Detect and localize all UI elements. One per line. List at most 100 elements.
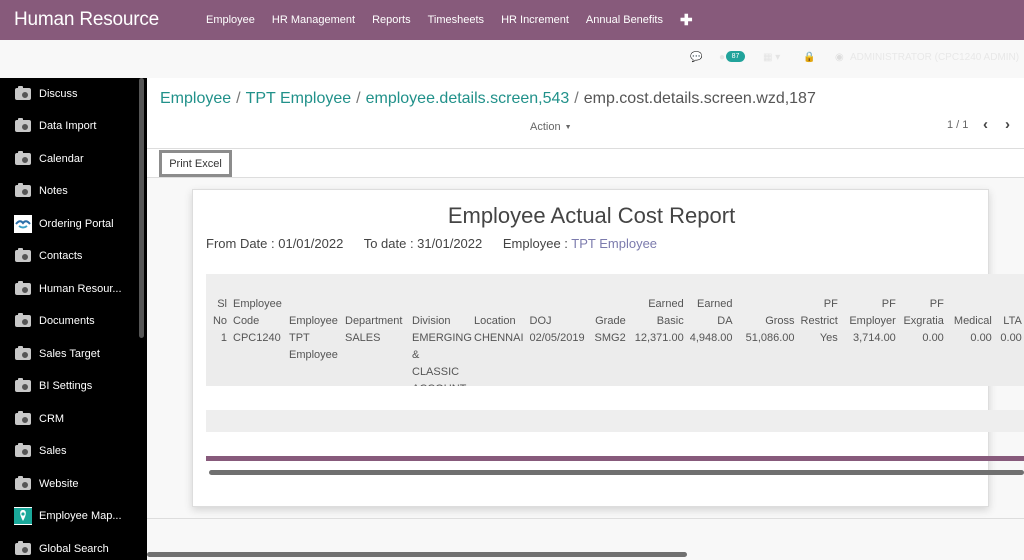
sidebar-item-label: Website xyxy=(39,478,79,490)
table-row[interactable]: 1 CPC1240 TPT Employee SALES EMERGING & CLAS… xyxy=(206,330,1024,386)
sidebar-item-label: Contacts xyxy=(39,250,83,262)
building-icon[interactable]: ▦ ▾ xyxy=(763,52,780,63)
pager-value[interactable]: 1 / 1 xyxy=(947,119,968,131)
column-header: Location xyxy=(474,315,516,327)
map-pin-icon xyxy=(14,507,32,525)
table-cell: 1 xyxy=(220,332,227,344)
main-content: Employee / TPT Employee / employee.details.s… xyxy=(147,78,1024,560)
app-camera-icon xyxy=(14,476,32,492)
sidebar-item-documents[interactable]: Documents xyxy=(0,305,138,337)
button-bar: Print Excel xyxy=(147,149,1024,178)
sidebar-item-label: Global Search xyxy=(39,543,109,555)
column-header: Medical xyxy=(953,315,992,327)
table-horizontal-scrollbar[interactable] xyxy=(209,470,1024,475)
breadcrumb: Employee / TPT Employee / employee.details.s… xyxy=(160,90,816,108)
table-footer-band xyxy=(206,410,1024,432)
report-table: Sl No Employee Code Employee Department Divisi… xyxy=(206,292,1024,386)
column-header: Employee Code xyxy=(233,298,282,327)
column-header: Earned DA xyxy=(697,298,733,327)
action-dropdown[interactable]: Action ▼ xyxy=(530,121,572,133)
breadcrumb-tpt-employee[interactable]: TPT Employee xyxy=(246,90,352,107)
sidebar-item-label: BI Settings xyxy=(39,380,93,392)
app-sidebar: Discuss Data Import Calendar Notes Order… xyxy=(0,78,147,560)
employee-filter-value[interactable]: TPT Employee xyxy=(571,236,657,251)
sidebar-item-label: Discuss xyxy=(39,88,78,100)
table-cell: CPC1240 xyxy=(233,332,281,344)
pager-previous-button[interactable]: ‹ xyxy=(983,116,988,133)
breadcrumb-employee-details[interactable]: employee.details.screen,543 xyxy=(366,90,570,107)
employee-filter-label: Employee : xyxy=(502,236,572,251)
sidebar-item-calendar[interactable]: Calendar xyxy=(0,143,138,175)
sidebar-item-human-resource[interactable]: Human Resour... xyxy=(0,273,138,305)
sidebar-item-global-search[interactable]: Global Search xyxy=(0,533,138,560)
sidebar-item-notes[interactable]: Notes xyxy=(0,175,138,207)
column-header: LTA xyxy=(1003,315,1022,327)
sidebar-item-sales-target[interactable]: Sales Target xyxy=(0,338,138,370)
user-avatar-icon[interactable]: ◉ xyxy=(835,52,844,63)
sidebar-scrollbar[interactable] xyxy=(139,78,144,338)
sidebar-item-data-import[interactable]: Data Import xyxy=(0,110,138,142)
activity-icon[interactable]: ● xyxy=(719,52,725,63)
app-camera-icon xyxy=(14,541,32,557)
column-header: Division xyxy=(412,315,451,327)
sidebar-item-employee-map[interactable]: Employee Map... xyxy=(0,500,138,532)
action-label: Action xyxy=(530,121,561,133)
table-cell: 12,371.00 xyxy=(634,332,684,344)
app-camera-icon xyxy=(14,378,32,394)
app-title[interactable]: Human Resource xyxy=(14,9,206,31)
menu-timesheets[interactable]: Timesheets xyxy=(428,14,484,26)
systray: 💬 ● ▦ ▾ 🔒 ◉ ADMINISTRATOR (CPC1240 ADMIN… xyxy=(147,40,1024,78)
menu-reports[interactable]: Reports xyxy=(372,14,411,26)
top-navbar: Human Resource Employee HR Management Re… xyxy=(0,0,1024,40)
column-header: PF Exgratia xyxy=(903,298,944,327)
caret-down-icon: ▼ xyxy=(564,124,572,131)
table-cell: 0.00 xyxy=(922,332,944,344)
menu-hr-management[interactable]: HR Management xyxy=(272,14,355,26)
report-title: Employee Actual Cost Report xyxy=(447,203,736,228)
column-header: Sl No xyxy=(212,298,227,327)
sidebar-item-sales[interactable]: Sales xyxy=(0,435,138,467)
notification-badge[interactable]: 87 xyxy=(726,51,745,62)
table-cell: 0.00 xyxy=(970,332,992,344)
menu-annual-benefits[interactable]: Annual Benefits xyxy=(586,14,663,26)
app-camera-icon xyxy=(14,183,32,199)
sidebar-item-discuss[interactable]: Discuss xyxy=(0,78,138,110)
handshake-icon xyxy=(14,215,32,233)
column-header: Grade xyxy=(595,315,626,327)
sidebar-item-label: Data Import xyxy=(39,120,97,132)
breadcrumb-separator: / xyxy=(356,90,361,107)
user-menu[interactable]: ADMINISTRATOR (CPC1240 ADMIN) xyxy=(850,52,1019,63)
table-cell: Yes xyxy=(819,332,838,344)
table-cell: 3,714.00 xyxy=(852,332,896,344)
table-cell: 4,948.00 xyxy=(689,332,733,344)
app-camera-icon xyxy=(14,151,32,167)
sidebar-item-bi-settings[interactable]: BI Settings xyxy=(0,370,138,402)
page-horizontal-scrollbar[interactable] xyxy=(147,552,687,557)
menu-employee[interactable]: Employee xyxy=(206,14,255,26)
app-camera-icon xyxy=(14,86,32,102)
pager-next-button[interactable]: › xyxy=(1005,116,1010,133)
breadcrumb-employee[interactable]: Employee xyxy=(160,90,231,107)
breadcrumb-separator: / xyxy=(236,90,241,107)
top-menu: Employee HR Management Reports Timesheet… xyxy=(206,11,693,29)
column-header: PF Restrict xyxy=(800,298,838,327)
table-cell: 02/05/2019 xyxy=(529,332,585,344)
sidebar-item-ordering-portal[interactable]: Ordering Portal xyxy=(0,208,138,240)
table-cell: 0.00 xyxy=(1000,332,1022,344)
report-divider xyxy=(206,456,1024,461)
print-excel-button[interactable]: Print Excel xyxy=(159,150,232,177)
table-cell: TPT Employee xyxy=(289,332,338,361)
column-header: Gross xyxy=(765,315,795,327)
plus-icon[interactable]: ✚ xyxy=(680,11,693,29)
sidebar-item-crm[interactable]: CRM xyxy=(0,403,138,435)
sidebar-item-contacts[interactable]: Contacts xyxy=(0,240,138,272)
menu-hr-increment[interactable]: HR Increment xyxy=(501,14,569,26)
lock-icon[interactable]: 🔒 xyxy=(803,52,815,63)
sidebar-item-website[interactable]: Website xyxy=(0,468,138,500)
column-header: PF Employer xyxy=(849,298,896,327)
sidebar-item-label: Sales xyxy=(39,445,67,457)
app-camera-icon xyxy=(14,411,32,427)
sidebar-item-label: Employee Map... xyxy=(39,510,122,522)
chat-icon[interactable]: 💬 xyxy=(690,52,702,63)
from-date: From Date : 01/01/2022 xyxy=(206,236,344,251)
